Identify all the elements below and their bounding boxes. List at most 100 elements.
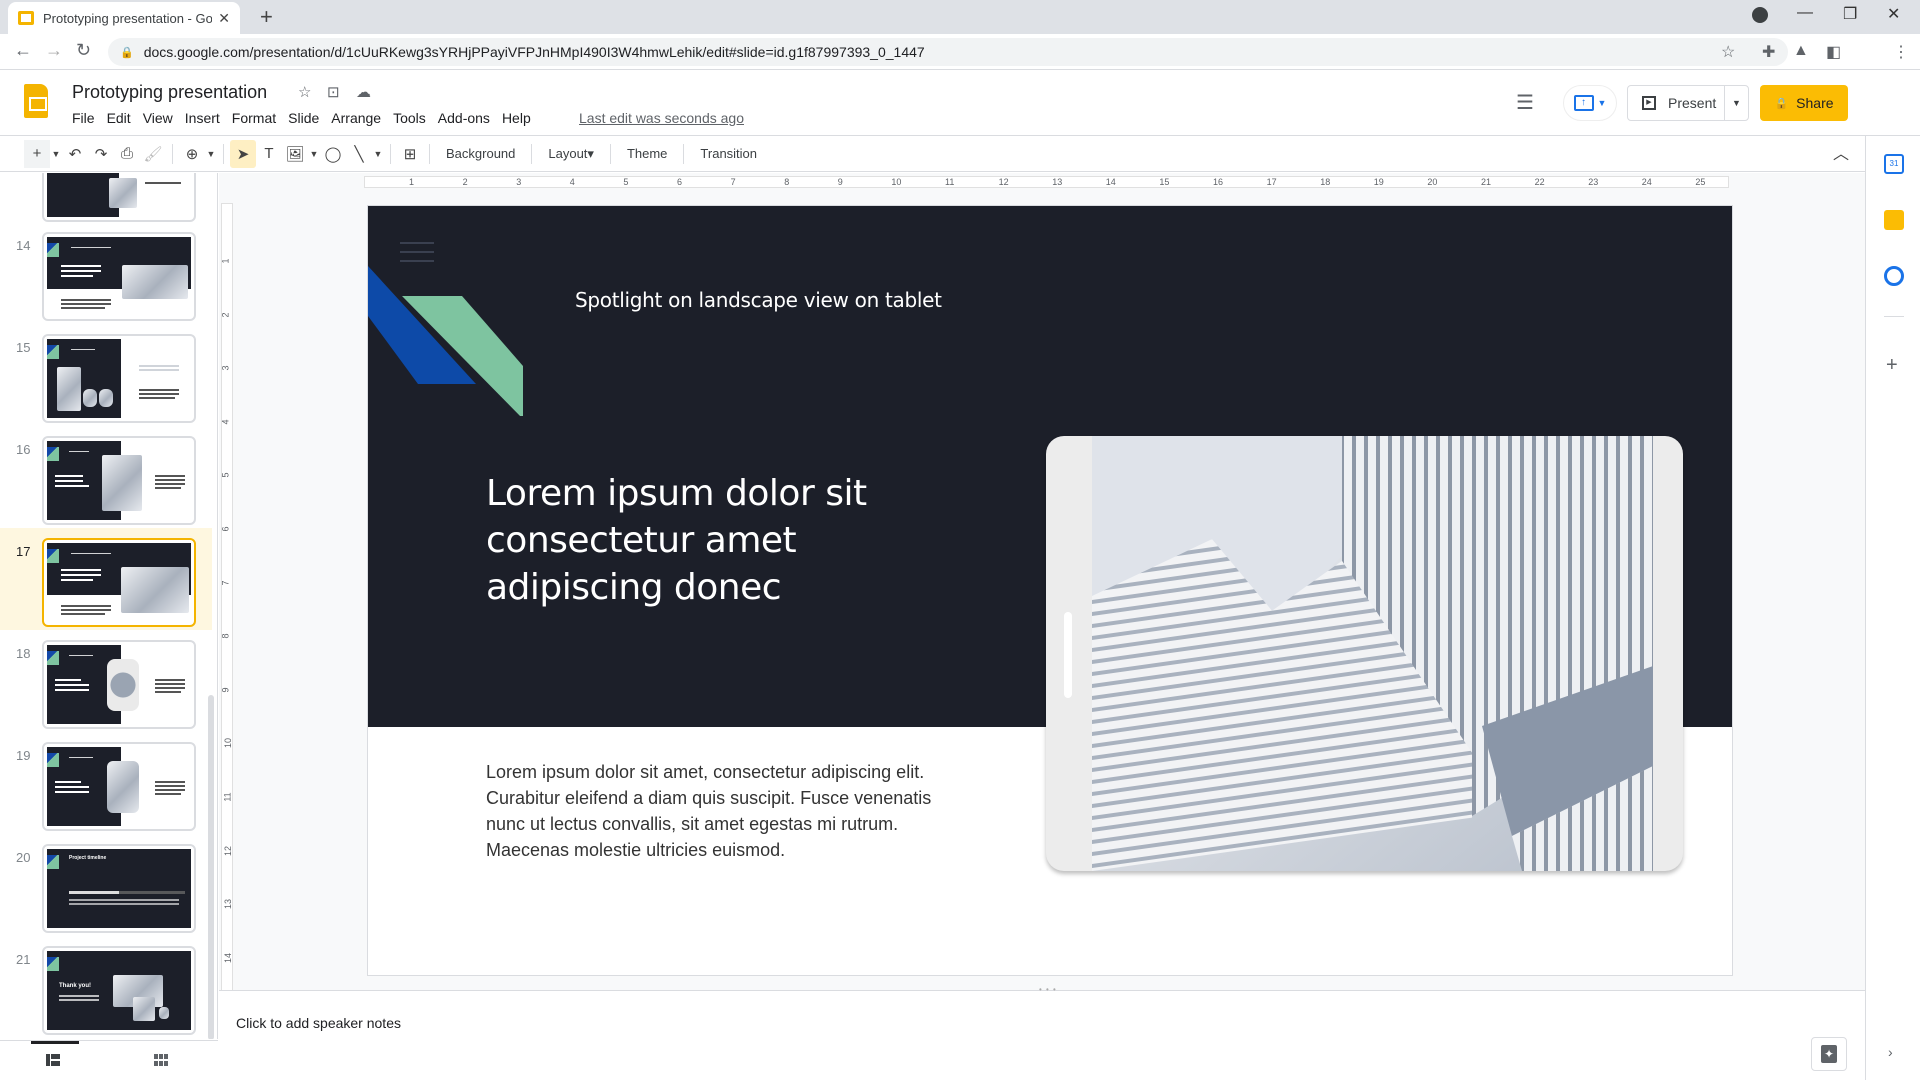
ruler-tick-label: 16 [1213,177,1224,187]
slides-logo-icon[interactable] [24,84,48,118]
menu-format[interactable]: Format [226,108,282,128]
menu-insert[interactable]: Insert [179,108,226,128]
slide-subtitle[interactable]: Spotlight on landscape view on tablet [575,288,942,312]
image-dropdown-icon[interactable]: ▼ [308,140,320,168]
grid-view-icon[interactable] [154,1054,168,1066]
ruler-tick-label: 11 [222,792,233,802]
filmstrip-view-icon[interactable] [46,1054,60,1066]
slide-thumbnail-15[interactable]: 15 [0,334,212,436]
slide-thumbnail-19[interactable]: 19 [0,742,212,844]
divider [429,143,430,164]
zoom-dropdown-icon[interactable]: ▼ [205,140,217,168]
share-button[interactable]: 🔒 Share [1760,85,1848,121]
theme-button[interactable]: Theme [617,140,677,168]
tasks-icon[interactable] [1884,266,1904,286]
tablet-mockup-image[interactable] [1046,436,1683,871]
browser-menu-icon[interactable]: ⋮ [1893,42,1909,62]
tab-title: Prototyping presentation - Goog [43,10,213,26]
document-title[interactable]: Prototyping presentation [72,82,267,103]
explore-icon: ✦ [1821,1045,1837,1063]
bookmark-star-icon[interactable]: ☆ [1721,42,1735,62]
slide-title[interactable]: Lorem ipsum dolor sit consectetur amet a… [486,470,966,611]
forward-icon[interactable]: → [45,40,63,61]
cloud-status-icon[interactable]: ☁ [356,83,371,101]
slide-thumbnail-17[interactable]: 17 [0,528,212,630]
reload-icon[interactable]: ↻ [76,40,91,61]
menu-view[interactable]: View [137,108,179,128]
labs-icon[interactable]: ▲ [1793,42,1809,60]
print-icon[interactable]: ⎙ [114,140,140,168]
menu-help[interactable]: Help [496,108,537,128]
restore-icon[interactable]: ❐ [1843,4,1857,24]
menu-file[interactable]: File [66,108,101,128]
layout-button[interactable]: Layout▾ [538,140,604,168]
new-slide-dropdown-icon[interactable]: ▼ [50,140,62,168]
comments-icon[interactable]: ☰ [1516,90,1540,114]
ruler-tick-label: 9 [837,177,843,187]
select-cursor-icon[interactable]: ➤ [230,139,256,168]
menu-tools[interactable]: Tools [387,108,432,128]
menu-edit[interactable]: Edit [101,108,137,128]
slide-number: 21 [16,952,31,967]
collapse-side-panel-icon[interactable]: › [1888,1044,1893,1060]
redo-icon[interactable]: ↷ [88,140,114,168]
speaker-notes-placeholder[interactable]: Click to add speaker notes [236,1015,401,1031]
star-icon[interactable]: ☆ [298,83,311,101]
new-tab-button[interactable]: + [260,4,273,30]
notes-resize-handle[interactable]: • • • [1039,985,1057,994]
menu-arrange[interactable]: Arrange [325,108,387,128]
collapse-toolbar-icon[interactable]: ︿ [1833,140,1849,164]
ruler-tick-label: 25 [1695,177,1706,187]
close-window-icon[interactable]: ✕ [1887,4,1900,24]
add-addon-icon[interactable]: + [1886,354,1898,377]
menu-addons[interactable]: Add-ons [432,108,496,128]
current-slide[interactable]: Spotlight on landscape view on tablet Lo… [368,206,1732,975]
vertical-ruler[interactable]: 1 2 3 4 5 6 7 8 9 10 11 12 13 14 [221,203,233,1003]
new-slide-icon[interactable]: + [24,139,50,168]
speaker-notes[interactable]: • • • Click to add speaker notes ✦ [219,985,1865,1080]
meet-present-button[interactable]: ↑ ▼ [1563,85,1617,121]
line-dropdown-icon[interactable]: ▼ [372,140,384,168]
background-button[interactable]: Background [436,140,525,168]
shape-icon[interactable]: ◯ [320,140,346,168]
slide-thumbnail-20[interactable]: 20 Project timeline [0,844,212,946]
menu-slide[interactable]: Slide [282,108,325,128]
url-input[interactable]: 🔒 docs.google.com/presentation/d/1cUuRKe… [108,38,1788,66]
present-options-dropdown[interactable]: ▼ [1724,86,1748,120]
minimize-icon[interactable]: — [1797,4,1813,22]
slide-thumbnail-16[interactable]: 16 [0,436,212,538]
back-icon[interactable]: ← [14,40,32,61]
present-label: Present [1668,95,1717,111]
slide-thumbnail-18[interactable]: 18 [0,640,212,742]
insert-image-icon[interactable]: 🖼 [282,140,308,168]
side-panel-icon[interactable]: ◧ [1826,42,1841,62]
profile-dropdown-icon[interactable] [1752,7,1768,23]
text-box-icon[interactable]: T [256,140,282,168]
ruler-tick-label: 14 [1105,177,1116,187]
slide-body-text[interactable]: Lorem ipsum dolor sit amet, consectetur … [486,759,956,863]
ruler-tick-label: 20 [1427,177,1438,187]
browser-tab-strip: Prototyping presentation - Goog ✕ + — ❐ … [0,0,1920,34]
browser-tab[interactable]: Prototyping presentation - Goog ✕ [8,2,240,34]
transition-button[interactable]: Transition [690,140,767,168]
zoom-icon[interactable]: ⊕ [179,140,205,168]
play-icon: ▶ [1642,96,1656,110]
last-edit-link[interactable]: Last edit was seconds ago [579,110,744,126]
move-folder-icon[interactable]: ⊡ [327,83,340,101]
filmstrip-scrollbar[interactable] [208,695,214,1039]
line-icon[interactable]: ╲ [346,140,372,168]
undo-icon[interactable]: ↶ [62,140,88,168]
keep-icon[interactable] [1884,210,1904,230]
extensions-icon[interactable]: ✚ [1762,42,1775,62]
add-comment-icon[interactable]: ⊞ [397,140,423,168]
close-tab-icon[interactable]: ✕ [218,10,230,27]
horizontal-ruler[interactable]: 1 2 3 4 5 6 7 8 9 10 11 12 13 14 15 16 17 18 19 20 21 22 23 24 2… [364,176,1729,188]
slide-thumbnail-21[interactable]: 21 Thank you! [0,946,212,1039]
explore-button[interactable]: ✦ [1811,1037,1847,1071]
present-button[interactable]: ▶ Present [1628,86,1724,120]
ruler-tick-label: 23 [1588,177,1599,187]
calendar-icon[interactable]: 31 [1884,154,1904,174]
paint-format-icon[interactable]: 🖌 [140,140,166,168]
slide-thumbnail-13[interactable] [0,173,212,235]
slide-thumbnail-14[interactable]: 14 [0,232,212,334]
